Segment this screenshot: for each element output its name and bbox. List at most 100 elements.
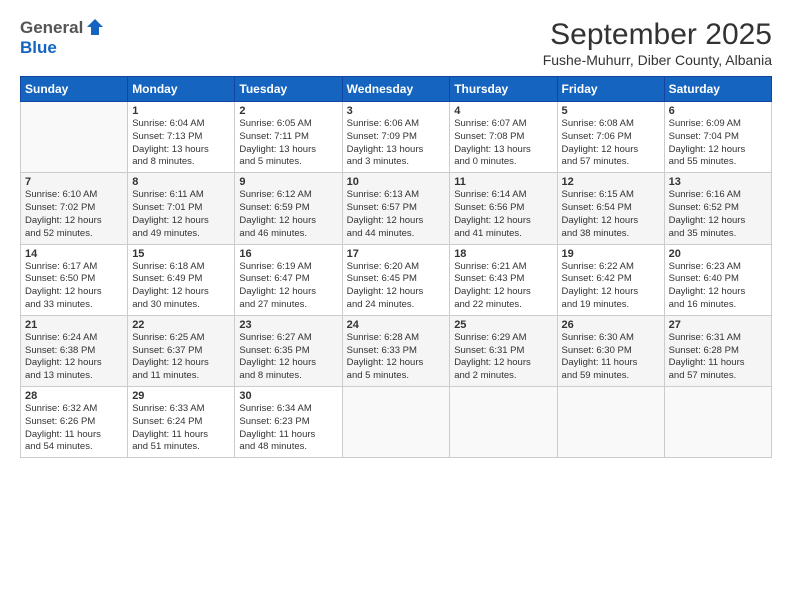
day-info: Sunrise: 6:11 AM Sunset: 7:01 PM Dayligh… (132, 189, 230, 240)
logo-blue-text: Blue (20, 38, 57, 57)
calendar-cell: 28Sunrise: 6:32 AM Sunset: 6:26 PM Dayli… (21, 387, 128, 458)
day-info: Sunrise: 6:21 AM Sunset: 6:43 PM Dayligh… (454, 261, 552, 312)
calendar-header-friday: Friday (557, 77, 664, 102)
calendar-cell: 18Sunrise: 6:21 AM Sunset: 6:43 PM Dayli… (450, 244, 557, 315)
calendar-cell: 13Sunrise: 6:16 AM Sunset: 6:52 PM Dayli… (664, 173, 771, 244)
day-info: Sunrise: 6:06 AM Sunset: 7:09 PM Dayligh… (347, 118, 446, 169)
day-number: 8 (132, 176, 230, 188)
calendar-week-row: 21Sunrise: 6:24 AM Sunset: 6:38 PM Dayli… (21, 315, 772, 386)
calendar-cell: 12Sunrise: 6:15 AM Sunset: 6:54 PM Dayli… (557, 173, 664, 244)
day-number: 26 (562, 319, 660, 331)
day-info: Sunrise: 6:31 AM Sunset: 6:28 PM Dayligh… (669, 332, 767, 383)
calendar-week-row: 14Sunrise: 6:17 AM Sunset: 6:50 PM Dayli… (21, 244, 772, 315)
day-number: 2 (239, 105, 337, 117)
calendar-cell: 4Sunrise: 6:07 AM Sunset: 7:08 PM Daylig… (450, 102, 557, 173)
calendar-cell: 14Sunrise: 6:17 AM Sunset: 6:50 PM Dayli… (21, 244, 128, 315)
day-number: 4 (454, 105, 552, 117)
day-number: 6 (669, 105, 767, 117)
calendar-cell: 29Sunrise: 6:33 AM Sunset: 6:24 PM Dayli… (128, 387, 235, 458)
calendar-cell: 23Sunrise: 6:27 AM Sunset: 6:35 PM Dayli… (235, 315, 342, 386)
day-info: Sunrise: 6:12 AM Sunset: 6:59 PM Dayligh… (239, 189, 337, 240)
day-number: 10 (347, 176, 446, 188)
calendar-week-row: 7Sunrise: 6:10 AM Sunset: 7:02 PM Daylig… (21, 173, 772, 244)
calendar-header-saturday: Saturday (664, 77, 771, 102)
calendar-header-thursday: Thursday (450, 77, 557, 102)
calendar-header-tuesday: Tuesday (235, 77, 342, 102)
calendar-header-wednesday: Wednesday (342, 77, 450, 102)
day-number: 13 (669, 176, 767, 188)
calendar-cell (342, 387, 450, 458)
header: General Blue September 2025 Fushe-Muhurr… (20, 18, 772, 68)
calendar-cell: 8Sunrise: 6:11 AM Sunset: 7:01 PM Daylig… (128, 173, 235, 244)
calendar-cell: 30Sunrise: 6:34 AM Sunset: 6:23 PM Dayli… (235, 387, 342, 458)
calendar-header-sunday: Sunday (21, 77, 128, 102)
calendar-week-row: 1Sunrise: 6:04 AM Sunset: 7:13 PM Daylig… (21, 102, 772, 173)
calendar-cell: 17Sunrise: 6:20 AM Sunset: 6:45 PM Dayli… (342, 244, 450, 315)
calendar-cell: 20Sunrise: 6:23 AM Sunset: 6:40 PM Dayli… (664, 244, 771, 315)
calendar-cell: 6Sunrise: 6:09 AM Sunset: 7:04 PM Daylig… (664, 102, 771, 173)
calendar-cell: 10Sunrise: 6:13 AM Sunset: 6:57 PM Dayli… (342, 173, 450, 244)
day-info: Sunrise: 6:24 AM Sunset: 6:38 PM Dayligh… (25, 332, 123, 383)
day-info: Sunrise: 6:32 AM Sunset: 6:26 PM Dayligh… (25, 403, 123, 454)
month-title: September 2025 (543, 18, 772, 52)
day-number: 15 (132, 248, 230, 260)
calendar-table: SundayMondayTuesdayWednesdayThursdayFrid… (20, 76, 772, 458)
day-info: Sunrise: 6:19 AM Sunset: 6:47 PM Dayligh… (239, 261, 337, 312)
day-number: 27 (669, 319, 767, 331)
day-info: Sunrise: 6:23 AM Sunset: 6:40 PM Dayligh… (669, 261, 767, 312)
day-info: Sunrise: 6:13 AM Sunset: 6:57 PM Dayligh… (347, 189, 446, 240)
calendar-cell (664, 387, 771, 458)
day-number: 23 (239, 319, 337, 331)
day-info: Sunrise: 6:15 AM Sunset: 6:54 PM Dayligh… (562, 189, 660, 240)
calendar-cell (450, 387, 557, 458)
calendar-cell: 25Sunrise: 6:29 AM Sunset: 6:31 PM Dayli… (450, 315, 557, 386)
day-number: 3 (347, 105, 446, 117)
logo-general-text: General (20, 18, 83, 38)
calendar-cell: 24Sunrise: 6:28 AM Sunset: 6:33 PM Dayli… (342, 315, 450, 386)
day-info: Sunrise: 6:04 AM Sunset: 7:13 PM Dayligh… (132, 118, 230, 169)
day-info: Sunrise: 6:25 AM Sunset: 6:37 PM Dayligh… (132, 332, 230, 383)
day-info: Sunrise: 6:18 AM Sunset: 6:49 PM Dayligh… (132, 261, 230, 312)
title-block: September 2025 Fushe-Muhurr, Diber Count… (543, 18, 772, 68)
calendar-cell: 9Sunrise: 6:12 AM Sunset: 6:59 PM Daylig… (235, 173, 342, 244)
day-number: 20 (669, 248, 767, 260)
day-info: Sunrise: 6:10 AM Sunset: 7:02 PM Dayligh… (25, 189, 123, 240)
day-number: 7 (25, 176, 123, 188)
day-info: Sunrise: 6:33 AM Sunset: 6:24 PM Dayligh… (132, 403, 230, 454)
calendar-cell (21, 102, 128, 173)
calendar-cell: 21Sunrise: 6:24 AM Sunset: 6:38 PM Dayli… (21, 315, 128, 386)
logo-icon (85, 17, 105, 37)
day-info: Sunrise: 6:09 AM Sunset: 7:04 PM Dayligh… (669, 118, 767, 169)
day-info: Sunrise: 6:22 AM Sunset: 6:42 PM Dayligh… (562, 261, 660, 312)
calendar-cell: 5Sunrise: 6:08 AM Sunset: 7:06 PM Daylig… (557, 102, 664, 173)
day-number: 9 (239, 176, 337, 188)
calendar-cell: 26Sunrise: 6:30 AM Sunset: 6:30 PM Dayli… (557, 315, 664, 386)
day-info: Sunrise: 6:29 AM Sunset: 6:31 PM Dayligh… (454, 332, 552, 383)
day-number: 28 (25, 390, 123, 402)
calendar-cell (557, 387, 664, 458)
day-info: Sunrise: 6:27 AM Sunset: 6:35 PM Dayligh… (239, 332, 337, 383)
day-info: Sunrise: 6:30 AM Sunset: 6:30 PM Dayligh… (562, 332, 660, 383)
day-info: Sunrise: 6:16 AM Sunset: 6:52 PM Dayligh… (669, 189, 767, 240)
day-number: 24 (347, 319, 446, 331)
day-number: 1 (132, 105, 230, 117)
subtitle: Fushe-Muhurr, Diber County, Albania (543, 52, 772, 68)
page: General Blue September 2025 Fushe-Muhurr… (0, 0, 792, 612)
day-number: 11 (454, 176, 552, 188)
day-info: Sunrise: 6:07 AM Sunset: 7:08 PM Dayligh… (454, 118, 552, 169)
day-info: Sunrise: 6:17 AM Sunset: 6:50 PM Dayligh… (25, 261, 123, 312)
calendar-cell: 11Sunrise: 6:14 AM Sunset: 6:56 PM Dayli… (450, 173, 557, 244)
day-info: Sunrise: 6:08 AM Sunset: 7:06 PM Dayligh… (562, 118, 660, 169)
calendar-cell: 7Sunrise: 6:10 AM Sunset: 7:02 PM Daylig… (21, 173, 128, 244)
day-info: Sunrise: 6:05 AM Sunset: 7:11 PM Dayligh… (239, 118, 337, 169)
day-number: 16 (239, 248, 337, 260)
day-number: 19 (562, 248, 660, 260)
day-number: 12 (562, 176, 660, 188)
day-info: Sunrise: 6:14 AM Sunset: 6:56 PM Dayligh… (454, 189, 552, 240)
calendar-cell: 27Sunrise: 6:31 AM Sunset: 6:28 PM Dayli… (664, 315, 771, 386)
day-info: Sunrise: 6:28 AM Sunset: 6:33 PM Dayligh… (347, 332, 446, 383)
calendar-week-row: 28Sunrise: 6:32 AM Sunset: 6:26 PM Dayli… (21, 387, 772, 458)
calendar-cell: 15Sunrise: 6:18 AM Sunset: 6:49 PM Dayli… (128, 244, 235, 315)
calendar-cell: 19Sunrise: 6:22 AM Sunset: 6:42 PM Dayli… (557, 244, 664, 315)
calendar-cell: 3Sunrise: 6:06 AM Sunset: 7:09 PM Daylig… (342, 102, 450, 173)
